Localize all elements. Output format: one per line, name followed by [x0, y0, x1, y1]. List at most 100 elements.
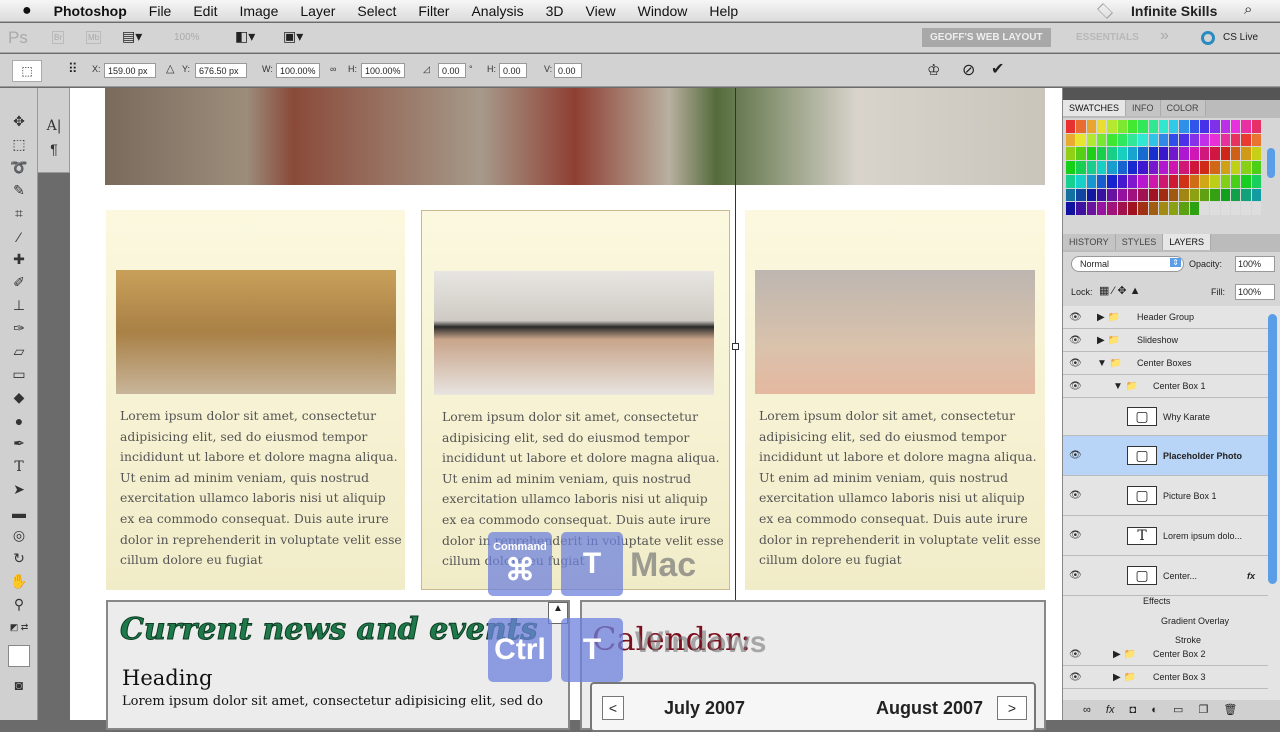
history-brush-tool-icon[interactable]: ✑ — [0, 317, 38, 340]
swatch[interactable] — [1148, 174, 1158, 188]
swatch[interactable] — [1179, 188, 1189, 202]
swatch[interactable] — [1076, 188, 1086, 202]
layer-row[interactable]: 👁 ▢ Center... fx — [1063, 556, 1268, 596]
swatch[interactable] — [1138, 188, 1148, 202]
swatch[interactable] — [1169, 161, 1179, 174]
swatch[interactable] — [1076, 174, 1086, 188]
layer-row[interactable]: 👁 ▼ 📁 Center Box 1 — [1063, 375, 1268, 398]
view-extras-icon[interactable]: ▤▾ — [122, 28, 142, 45]
layer-row[interactable]: 👁 T Lorem ipsum dolo... — [1063, 516, 1268, 556]
swatch[interactable] — [1241, 174, 1251, 188]
swatch[interactable] — [1189, 202, 1200, 215]
swatch[interactable] — [1251, 174, 1261, 188]
lock-icons[interactable]: ▦ ⁄ ✥ ▲ — [1099, 284, 1141, 297]
menu-view[interactable]: View — [586, 3, 616, 19]
swatch[interactable] — [1169, 202, 1179, 215]
link-layers-icon[interactable]: ∞ — [1083, 704, 1091, 716]
workspace-geoffs-web-layout[interactable]: GEOFF'S WEB LAYOUT — [922, 28, 1051, 47]
swatch[interactable] — [1127, 133, 1138, 147]
swatch[interactable] — [1169, 120, 1179, 133]
swatch[interactable] — [1220, 188, 1231, 202]
swatch[interactable] — [1148, 133, 1158, 147]
swatch[interactable] — [1231, 202, 1241, 215]
layer-row[interactable]: 👁 ▢ Placeholder Photo — [1063, 436, 1268, 476]
effect-item[interactable]: Gradient Overlay — [1161, 616, 1229, 626]
swatch[interactable] — [1158, 174, 1169, 188]
visibility-eye-icon[interactable]: 👁 — [1069, 381, 1083, 392]
swatch[interactable] — [1189, 120, 1200, 133]
foreground-background-color[interactable] — [0, 639, 38, 673]
bridge-button[interactable]: Br — [52, 31, 64, 44]
swatch[interactable] — [1127, 174, 1138, 188]
visibility-eye-icon[interactable]: 👁 — [1069, 358, 1083, 369]
clone-stamp-tool-icon[interactable]: ⊥ — [0, 294, 38, 317]
paragraph-panel-icon[interactable]: ¶ — [38, 137, 70, 160]
swatch[interactable] — [1179, 174, 1189, 188]
tab-color[interactable]: COLOR — [1160, 100, 1206, 116]
swatch[interactable] — [1127, 161, 1138, 174]
swatch[interactable] — [1107, 161, 1117, 174]
swatch[interactable] — [1220, 147, 1231, 161]
marquee-tool-icon[interactable]: ⬚ — [0, 133, 38, 156]
swatch[interactable] — [1086, 202, 1096, 215]
calendar-next-button[interactable]: > — [997, 696, 1027, 720]
more-workspaces-icon[interactable]: » — [1160, 27, 1169, 45]
swatch[interactable] — [1096, 120, 1107, 133]
cs-live-button[interactable]: CS Live — [1223, 32, 1258, 43]
swatch[interactable] — [1127, 120, 1138, 133]
rotate-field[interactable]: 0.00 — [438, 63, 466, 78]
add-style-icon[interactable]: fx — [1106, 704, 1115, 716]
menu-layer[interactable]: Layer — [300, 3, 335, 19]
swatch[interactable] — [1107, 120, 1117, 133]
swatch[interactable] — [1241, 133, 1251, 147]
swatch[interactable] — [1096, 133, 1107, 147]
document-canvas[interactable]: Lorem ipsum dolor sit amet, consectetur … — [70, 88, 1062, 732]
swatch[interactable] — [1251, 147, 1261, 161]
layers-scrollbar[interactable] — [1268, 314, 1277, 584]
transform-handle[interactable] — [732, 343, 739, 350]
y-field[interactable]: 676.50 px — [195, 63, 247, 78]
swatch[interactable] — [1158, 161, 1169, 174]
layer-row[interactable]: 👁 ▶ 📁 Slideshow — [1063, 329, 1268, 352]
layer-row[interactable]: 👁 ▶ 📁 Center Box 3 — [1063, 666, 1268, 689]
swatch[interactable] — [1158, 133, 1169, 147]
menu-image[interactable]: Image — [239, 3, 278, 19]
swatch[interactable] — [1076, 120, 1086, 133]
swatch[interactable] — [1107, 188, 1117, 202]
swatch[interactable] — [1086, 174, 1096, 188]
fx-icon[interactable]: fx — [1247, 571, 1255, 581]
menu-help[interactable]: Help — [709, 3, 738, 19]
swatch[interactable] — [1096, 202, 1107, 215]
swatch[interactable] — [1251, 133, 1261, 147]
add-mask-icon[interactable]: ◘ — [1130, 704, 1137, 716]
visibility-eye-icon[interactable]: 👁 — [1069, 649, 1083, 660]
hskew-field[interactable]: 0.00 — [499, 63, 527, 78]
swatch[interactable] — [1200, 120, 1210, 133]
rectangle-tool-icon[interactable]: ▬ — [0, 501, 38, 524]
tab-styles[interactable]: STYLES — [1115, 234, 1164, 250]
new-group-icon[interactable]: ▭ — [1173, 704, 1183, 716]
swatch[interactable] — [1241, 161, 1251, 174]
link-icon[interactable]: ∞ — [330, 64, 336, 74]
swatch[interactable] — [1220, 133, 1231, 147]
menu-analysis[interactable]: Analysis — [471, 3, 523, 19]
swatch[interactable] — [1076, 202, 1086, 215]
visibility-eye-icon[interactable]: 👁 — [1069, 530, 1083, 541]
swatch[interactable] — [1179, 120, 1189, 133]
swatch[interactable] — [1107, 174, 1117, 188]
blur-tool-icon[interactable]: ◆ — [0, 386, 38, 409]
swatch[interactable] — [1220, 202, 1231, 215]
swatch[interactable] — [1241, 188, 1251, 202]
swatch[interactable] — [1200, 202, 1210, 215]
width-field[interactable]: 100.00% — [276, 63, 320, 78]
character-panel-icon[interactable]: A| — [38, 114, 70, 137]
type-tool-icon[interactable]: T — [0, 455, 38, 478]
swatch[interactable] — [1096, 174, 1107, 188]
reference-point-icon[interactable]: ⠿ — [68, 61, 78, 77]
adjustment-layer-icon[interactable]: ◐ — [1151, 704, 1158, 716]
delete-layer-icon[interactable]: 🗑 — [1223, 704, 1237, 716]
swatch[interactable] — [1138, 133, 1148, 147]
swatch[interactable] — [1189, 147, 1200, 161]
3d-orbit-tool-icon[interactable]: ↻ — [0, 547, 38, 570]
new-layer-icon[interactable]: ❐ — [1198, 704, 1208, 716]
